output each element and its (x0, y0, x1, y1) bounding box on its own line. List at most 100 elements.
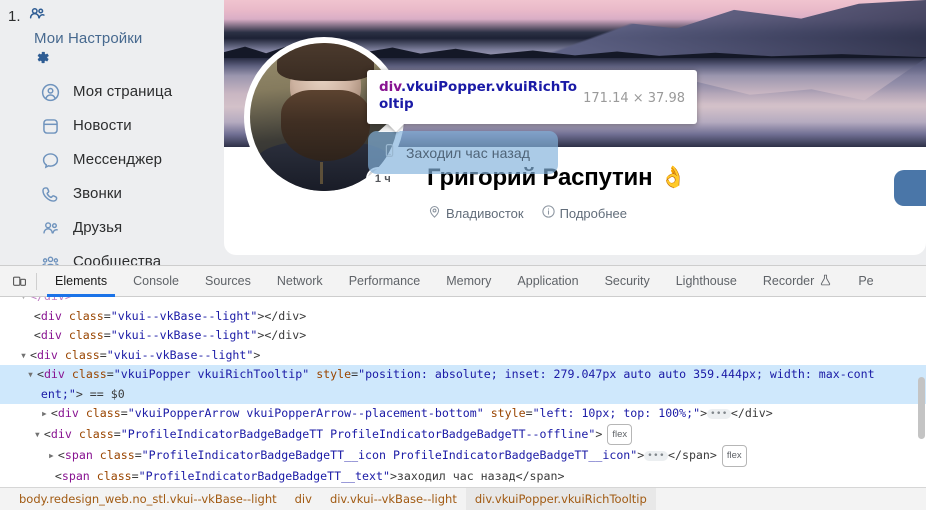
dom-line[interactable]: ▾ <div class="vkui--vkBase--light"> (0, 346, 926, 366)
dom-line[interactable]: <div class="vkui--vkBase--light"></div> (0, 307, 926, 327)
dom-value: "position: absolute; inset: 279.047px au… (358, 367, 875, 381)
tab-console[interactable]: Console (120, 266, 192, 297)
dom-value: "left: 10px; top: 100%;" (532, 406, 701, 420)
tab-label: Security (604, 274, 650, 288)
breadcrumb-item-active[interactable]: div.vkuiPopper.vkuiRichTooltip (465, 487, 656, 510)
tab-label: Performance (348, 274, 421, 288)
profile-card: 1 ч Григорий Распутин 👌 Владивосток Подр… (224, 0, 926, 265)
dom-line[interactable]: ▾ <div class="ProfileIndicatorBadgeBadgeT… (0, 423, 926, 445)
profile-city[interactable]: Владивосток (427, 204, 524, 222)
dom-attr: style (316, 367, 352, 381)
people-group-icon (40, 253, 68, 265)
nav-title: Мои Настройки (34, 30, 143, 47)
dom-line-selected[interactable]: ▾ <div class="vkuiPopper vkuiRichTooltip"… (0, 365, 926, 385)
profile-city-label: Владивосток (446, 205, 524, 221)
dom-value: "vkui--vkBase--light" (110, 328, 258, 342)
inspector-class-1: .vkuiPopper (401, 79, 491, 95)
tab-security[interactable]: Security (592, 266, 663, 297)
dom-attr: class (78, 426, 114, 441)
dom-attr: style (490, 406, 526, 420)
sidebar-item-news[interactable]: Новости (0, 109, 224, 143)
tab-label: Application (517, 274, 579, 288)
avatar-beard (281, 90, 370, 162)
flex-badge[interactable]: flex (607, 423, 633, 445)
profile-details-link[interactable]: Подробнее (541, 204, 627, 222)
chat-bubble-icon (40, 150, 68, 171)
breadcrumb-item[interactable]: div.vkui--vkBase--light (321, 488, 466, 510)
tab-memory[interactable]: Memory (433, 266, 504, 297)
dom-tag: div (57, 406, 79, 420)
dom-line[interactable]: ▸ <div class="vkuiPopperArrow vkuiPopperA… (0, 404, 926, 424)
tab-elements[interactable]: Elements (42, 266, 120, 297)
tab-label: Recorder (762, 274, 815, 288)
tab-performance-insights[interactable]: Pe (845, 266, 886, 297)
inspector-dimensions: 171.14 × 37.98 (583, 91, 685, 106)
tooltip-text: Заходил час назад (406, 144, 531, 161)
toolbar-divider (36, 272, 37, 290)
user-circle-icon (40, 82, 68, 103)
sidebar-item-my-page[interactable]: Моя страница (0, 75, 224, 109)
breadcrumb-item[interactable]: body.redesign_web.no_stl.vkui--vkBase--l… (10, 488, 286, 510)
dom-tag: span (64, 448, 93, 462)
people-icon (40, 219, 68, 238)
tab-lighthouse[interactable]: Lighthouse (663, 266, 750, 297)
dom-close: </span> (515, 468, 565, 483)
tab-application[interactable]: Application (504, 266, 591, 297)
sidebar-item-calls[interactable]: Звонки (0, 177, 224, 211)
tab-recorder[interactable]: Recorder (750, 266, 845, 297)
mobile-phone-icon (382, 141, 397, 165)
sidebar-item-friends[interactable]: Друзья (0, 211, 224, 245)
phone-icon (40, 184, 68, 205)
tab-label: Pe (858, 274, 874, 288)
newspaper-icon (40, 116, 68, 137)
profile-details-label: Подробнее (559, 205, 627, 221)
dom-line[interactable]: <span class="ProfileIndicatorBadgeBadgeT… (0, 467, 926, 487)
dom-line-selected-cont[interactable]: ent;"> == $0 (0, 384, 926, 404)
dom-line[interactable]: ▾</div> (0, 297, 926, 307)
dom-text: </div> (30, 297, 72, 303)
gear-icon[interactable] (0, 48, 224, 75)
dom-value: "ProfileIndicatorBadgeBadgeTT__icon Prof… (141, 448, 638, 462)
tab-performance[interactable]: Performance (336, 266, 434, 297)
inspector-tag: div (379, 79, 401, 95)
dom-attr: class (68, 308, 104, 323)
dom-close: </span> (668, 448, 717, 462)
info-circle-icon (541, 204, 556, 222)
vk-sidebar-nav: 1. Мои Настройки Моя страница Новости Ме… (0, 0, 224, 265)
dom-value: "vkui--vkBase--light" (110, 308, 258, 323)
dom-tree[interactable]: ▾</div> <div class="vkui--vkBase--light"… (0, 297, 926, 487)
dom-line[interactable]: <div class="vkui--vkBase--light"></div> (0, 326, 926, 346)
sidebar-item-messenger[interactable]: Мессенджер (0, 143, 224, 177)
sidebar-item-label: Мессенджер (73, 151, 163, 168)
sidebar-item-communities[interactable]: Сообщества (0, 245, 224, 265)
sidebar-item-label: Моя страница (73, 83, 173, 100)
tab-network[interactable]: Network (264, 266, 336, 297)
sidebar-item-label: Звонки (73, 185, 123, 202)
breadcrumb: body.redesign_web.no_stl.vkui--vkBase--l… (0, 487, 926, 510)
breadcrumb-item[interactable]: div (286, 488, 321, 510)
flex-badge[interactable]: flex (721, 445, 747, 467)
dom-attr: class (85, 406, 121, 420)
sidebar-item-label: Новости (73, 117, 132, 134)
inspector-class-2-wrap: tip (392, 96, 414, 112)
devtools-panel: Elements Console Sources Network Perform… (0, 265, 926, 510)
inspector-tooltip-arrow (387, 123, 405, 132)
dom-line[interactable]: ▸ <span class="ProfileIndicatorBadgeBadge… (0, 445, 926, 467)
avatar-hair (276, 43, 375, 82)
dom-scrollbar[interactable] (918, 377, 925, 439)
device-toolbar-icon[interactable] (4, 268, 34, 294)
dom-attr: class (64, 347, 100, 362)
list-number: 1. (8, 8, 21, 25)
inspector-tooltip: div.vkuiPopper.vkuiRichTooltip 171.14 × … (367, 70, 697, 132)
flask-icon (819, 273, 832, 290)
dom-close: </div> (730, 406, 773, 420)
collapsed-children-icon[interactable]: ••• (707, 408, 731, 419)
location-pin-icon (427, 204, 442, 222)
dom-value: "vkuiPopper vkuiRichTooltip" (113, 367, 310, 381)
collapsed-children-icon[interactable]: ••• (644, 450, 669, 461)
sidebar-item-label: Сообщества (73, 253, 162, 265)
tab-sources[interactable]: Sources (192, 266, 264, 297)
message-button[interactable] (894, 170, 926, 206)
tab-label: Console (133, 274, 179, 288)
dom-value: ent;" (40, 386, 76, 401)
